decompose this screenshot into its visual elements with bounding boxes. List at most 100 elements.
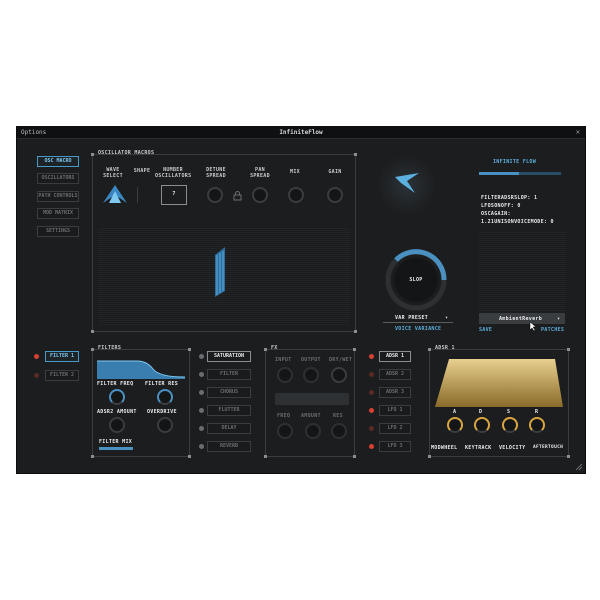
brand-bar-fill — [479, 172, 519, 175]
filter-freq-knob[interactable] — [109, 389, 125, 405]
fx-freq-knob[interactable] — [277, 423, 293, 439]
tab-adsr-1[interactable]: ADSR 1 — [379, 351, 411, 362]
close-icon[interactable]: ✕ — [576, 128, 580, 136]
fx-amount-knob[interactable] — [305, 423, 321, 439]
tab-filter-2[interactable]: FILTER 2 — [45, 370, 79, 381]
number-oscillators-value: 7 — [172, 191, 176, 197]
nav-osc-macro[interactable]: OSC MACRO — [37, 156, 79, 167]
nav-oscillators[interactable]: OSCILLATORS — [37, 173, 79, 184]
tab-lfo-2[interactable]: LFO 2 — [379, 423, 411, 434]
tab-adsr-3[interactable]: ADSR 3 — [379, 387, 411, 398]
gain-knob[interactable] — [327, 187, 343, 203]
lock-icon[interactable] — [233, 191, 242, 201]
adsr-title: ADSR 1 — [435, 345, 455, 351]
tab-lfo-3[interactable]: LFO 3 — [379, 441, 411, 452]
filters-title: FILTERS — [98, 345, 122, 351]
nav-mod-matrix[interactable]: MOD MATRIX — [37, 208, 79, 219]
filter-res-knob[interactable] — [157, 389, 173, 405]
shape-label: SHAPE — [133, 168, 151, 174]
filter-mix-slider[interactable] — [99, 447, 133, 450]
fx-chorus-indicator — [199, 390, 204, 395]
mix-knob[interactable] — [288, 187, 304, 203]
slop-label: SLOP — [409, 277, 423, 283]
envelope-graphic[interactable] — [435, 355, 563, 407]
decay-knob[interactable] — [474, 417, 490, 433]
corner-marker — [567, 348, 570, 351]
detune-spread-knob[interactable] — [207, 187, 223, 203]
release-knob[interactable] — [529, 417, 545, 433]
tab-lfo-1[interactable]: LFO 1 — [379, 405, 411, 416]
fx-output-label: OUTPUT — [301, 357, 321, 363]
resize-handle-icon[interactable] — [575, 463, 583, 471]
adsr1-indicator — [369, 354, 374, 359]
fx-input-label: INPUT — [275, 357, 292, 363]
pan-spread-knob[interactable] — [252, 187, 268, 203]
overdrive-knob[interactable] — [157, 417, 173, 433]
var-preset-label: VAR PRESET — [395, 315, 429, 321]
fx-reverb-indicator — [199, 444, 204, 449]
filter1-indicator — [34, 354, 39, 359]
fx-flutter[interactable]: FLUTTER — [207, 405, 251, 416]
filter-mix-label: FILTER MIX — [99, 439, 133, 445]
tab-filter-1[interactable]: FILTER 1 — [45, 351, 79, 362]
sustain-knob[interactable] — [502, 417, 518, 433]
mod-aftertouch[interactable]: AFTERTOUCH — [533, 445, 563, 450]
sustain-label: S — [507, 409, 511, 415]
save-button[interactable]: SAVE — [479, 327, 492, 333]
wave-select-icon[interactable] — [101, 183, 129, 205]
corner-marker — [567, 455, 570, 458]
fx-chorus[interactable]: CHORUS — [207, 387, 251, 398]
fx-input-knob[interactable] — [277, 367, 293, 383]
fx-delay-indicator — [199, 426, 204, 431]
chevron-down-icon[interactable]: ▾ — [445, 315, 448, 321]
adsr2-indicator — [369, 372, 374, 377]
mod-velocity[interactable]: VELOCITY — [499, 445, 525, 451]
fx-output-knob[interactable] — [303, 367, 319, 383]
corner-marker — [188, 348, 191, 351]
status-line-1: FILTERADSRSLOP: 1 — [481, 195, 538, 201]
title-bar: Options InfiniteFlow ✕ — [17, 127, 585, 139]
corner-marker — [428, 455, 431, 458]
decay-label: D — [479, 409, 483, 415]
corner-marker — [91, 330, 94, 333]
mod-modwheel[interactable]: MODWHEEL — [431, 445, 457, 451]
osc-macros-title: OSCILLATOR MACROS — [98, 150, 155, 156]
patches-button[interactable]: PATCHES — [541, 327, 564, 333]
filter-freq-label: FILTER FREQ — [97, 381, 134, 387]
corner-marker — [353, 348, 356, 351]
mix-label: MIX — [290, 169, 300, 175]
fx-res-knob[interactable] — [331, 423, 347, 439]
release-label: R — [535, 409, 539, 415]
filter-curve-graphic[interactable] — [97, 355, 185, 379]
fx-amount-label: AMOUNT — [301, 413, 321, 419]
fx-meter — [275, 393, 349, 405]
nav-settings[interactable]: SETTINGS — [37, 226, 79, 237]
lfo2-indicator — [369, 426, 374, 431]
nav-path-controls[interactable]: PATH CONTROLS — [37, 191, 79, 202]
attack-knob[interactable] — [447, 417, 463, 433]
fx-title: FX — [271, 345, 278, 351]
adsr3-indicator — [369, 390, 374, 395]
status-line-3: OSCAGAIN: — [481, 211, 511, 217]
app-window: Options InfiniteFlow ✕ OSC MACRO OSCILLA… — [16, 126, 586, 474]
fx-drywet-knob[interactable] — [331, 367, 347, 383]
wavetable-graphic — [215, 247, 225, 297]
corner-marker — [353, 455, 356, 458]
mod-keytrack[interactable]: KEYTRACK — [465, 445, 491, 451]
status-display — [479, 231, 565, 311]
shape-slider[interactable] — [137, 187, 143, 203]
fx-saturation[interactable]: SATURATION — [207, 351, 251, 362]
status-line-4: 1.21UNISONVOICEMODE: 0 — [481, 219, 554, 225]
corner-marker — [91, 153, 94, 156]
fx-freq-label: FREQ — [277, 413, 291, 419]
fx-filter[interactable]: FILTER — [207, 369, 251, 380]
adsr2-amount-knob[interactable] — [109, 417, 125, 433]
fx-reverb[interactable]: REVERB — [207, 441, 251, 452]
logo-icon — [395, 173, 419, 193]
gain-label: GAIN — [328, 169, 342, 175]
tab-adsr-2[interactable]: ADSR 2 — [379, 369, 411, 380]
patch-chevron-icon[interactable]: ▾ — [557, 316, 560, 322]
corner-marker — [264, 455, 267, 458]
fx-saturation-indicator — [199, 354, 204, 359]
fx-delay[interactable]: DELAY — [207, 423, 251, 434]
